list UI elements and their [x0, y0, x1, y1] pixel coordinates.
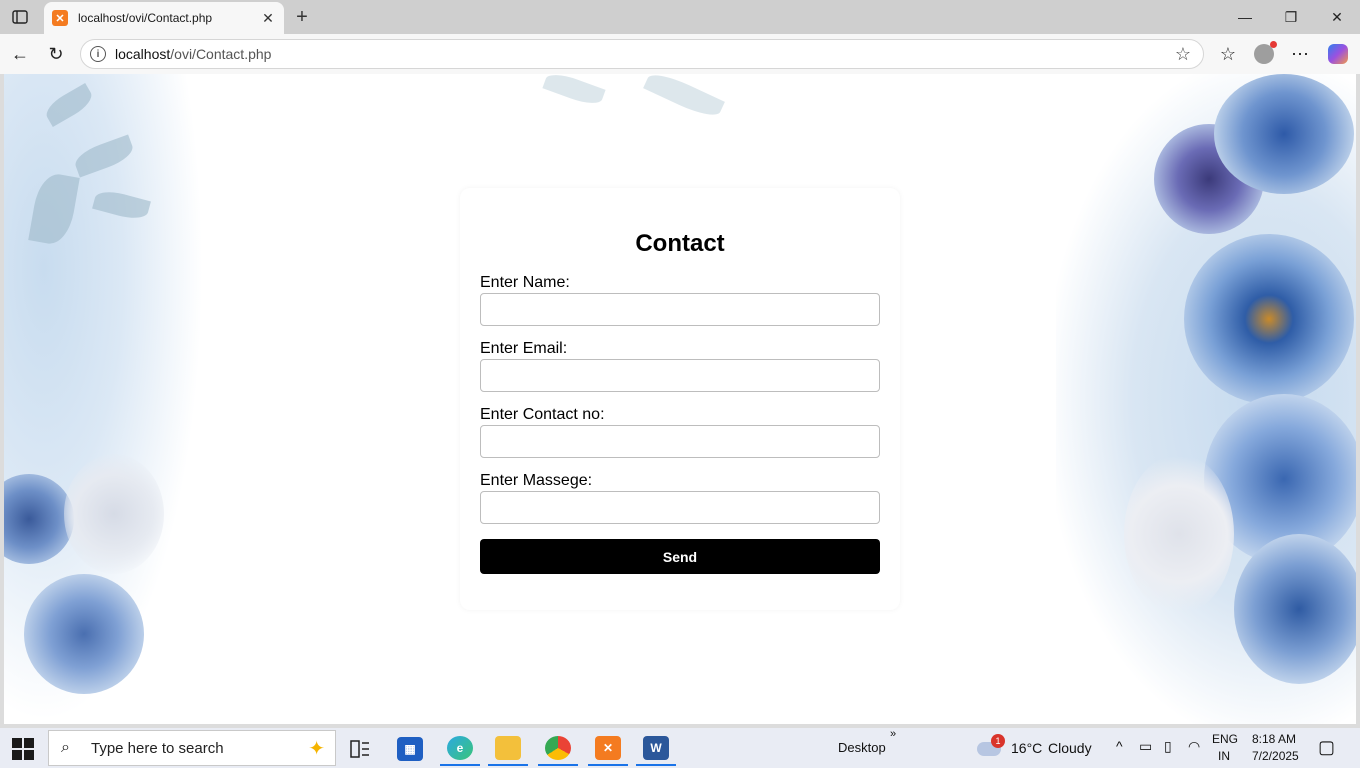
copilot-sparkle-icon: ✦ [308, 737, 325, 760]
flower-decoration [1234, 534, 1356, 684]
tab-title: localhost/ovi/Contact.php [78, 11, 213, 25]
xampp-icon[interactable]: ✕ [588, 732, 628, 766]
message-label: Enter Massege: [480, 472, 593, 489]
address-bar[interactable]: i localhost/ovi/Contact.php ☆ [80, 39, 1204, 69]
flower-decoration [64, 454, 164, 574]
clock-date[interactable]: 7/2/2025 [1252, 749, 1299, 763]
more-menu-icon[interactable]: ⋯ [1286, 40, 1314, 68]
weather-icon[interactable]: 1 [974, 732, 1005, 766]
wifi-icon[interactable]: ◠ [1188, 738, 1200, 755]
form-title: Contact [635, 230, 725, 257]
browser-tab-bar: ✕ localhost/ovi/Contact.php ✕ + — ❐ ✕ [0, 0, 1360, 34]
flower-decoration [1124, 454, 1234, 614]
weather-badge: 1 [991, 734, 1005, 748]
browser-tab[interactable]: ✕ localhost/ovi/Contact.php ✕ [44, 2, 284, 34]
name-input[interactable] [480, 293, 880, 326]
browser-toolbar: ← ↻ i localhost/ovi/Contact.php ☆ ☆ ⋯ [0, 34, 1360, 74]
flower-decoration [1184, 234, 1354, 404]
site-info-icon[interactable]: i [90, 46, 106, 62]
favorite-star-icon[interactable]: ☆ [1171, 44, 1195, 65]
url-text[interactable]: localhost/ovi/Contact.php [115, 46, 1171, 62]
edge-icon[interactable]: e [440, 732, 480, 766]
search-icon: ⌕ [61, 739, 70, 756]
chrome-icon[interactable] [538, 732, 578, 766]
weather-condition[interactable]: Cloudy [1048, 740, 1092, 756]
flower-decoration [1214, 74, 1354, 194]
leaf-decoration [542, 74, 606, 109]
close-window-icon[interactable]: ✕ [1314, 0, 1360, 34]
contact-form-card: Contact Enter Name: Enter Email: Enter C… [460, 188, 900, 610]
windows-taskbar: ⌕ Type here to search ✦ ▦ e ✕ W Desktop … [0, 728, 1360, 768]
email-label: Enter Email: [480, 340, 568, 357]
back-icon[interactable]: ← [6, 40, 34, 68]
name-label: Enter Name: [480, 274, 570, 291]
xampp-favicon-icon: ✕ [52, 10, 68, 26]
search-placeholder: Type here to search [91, 739, 224, 757]
refresh-icon[interactable]: ↻ [42, 40, 70, 68]
tab-actions-icon[interactable] [8, 6, 32, 28]
show-hidden-icons-icon[interactable]: ^ [1116, 738, 1123, 754]
task-view-icon[interactable] [340, 732, 380, 766]
toolbar-expand-icon[interactable]: » [890, 728, 896, 740]
favorites-icon[interactable]: ☆ [1214, 40, 1242, 68]
message-input[interactable] [480, 491, 880, 524]
contact-label: Enter Contact no: [480, 406, 605, 423]
battery-icon[interactable]: ▭ [1139, 738, 1152, 755]
file-explorer-icon[interactable] [488, 732, 528, 766]
clock-time[interactable]: 8:18 AM [1252, 732, 1296, 746]
new-tab-icon[interactable]: + [290, 5, 314, 29]
restore-icon[interactable]: ❐ [1268, 0, 1314, 34]
page-viewport: Contact Enter Name: Enter Email: Enter C… [4, 74, 1356, 724]
minimize-icon[interactable]: — [1222, 0, 1268, 34]
send-button[interactable]: Send [480, 539, 880, 574]
notification-icon[interactable]: ▢ [1318, 737, 1335, 758]
word-icon[interactable]: W [636, 732, 676, 766]
profile-avatar[interactable] [1250, 40, 1278, 68]
taskbar-search[interactable]: ⌕ Type here to search ✦ [48, 730, 336, 766]
contact-input[interactable] [480, 425, 880, 458]
flower-decoration [24, 574, 144, 694]
desktop-toolbar-label[interactable]: Desktop [838, 740, 886, 755]
language-region[interactable]: IN [1218, 749, 1230, 763]
windows-start-icon[interactable] [12, 738, 34, 760]
tab-close-icon[interactable]: ✕ [258, 8, 278, 28]
device-icon[interactable]: ▯ [1164, 738, 1172, 755]
copilot-icon[interactable] [1324, 40, 1352, 68]
weather-temperature[interactable]: 16°C [1011, 740, 1042, 756]
store-icon[interactable]: ▦ [390, 732, 430, 766]
email-input[interactable] [480, 359, 880, 392]
leaf-decoration [643, 74, 725, 122]
language-code[interactable]: ENG [1212, 732, 1238, 746]
